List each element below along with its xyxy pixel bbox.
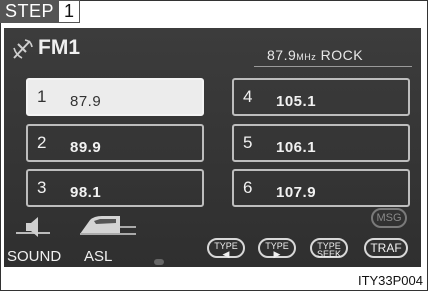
- figure-code: ITY33P004: [357, 273, 423, 288]
- band-label: FM1: [38, 36, 80, 59]
- preset-button-3[interactable]: 3 98.1: [26, 169, 204, 207]
- preset-frequency: 87.9: [70, 93, 102, 110]
- preset-frequency: 106.1: [276, 139, 317, 156]
- preset-number: 1: [37, 87, 47, 106]
- antenna-icon: [13, 39, 33, 59]
- frequency-unit: MHz: [296, 52, 317, 62]
- current-frequency: 87.9: [267, 47, 297, 63]
- preset-button-4[interactable]: 4 105.1: [232, 78, 410, 116]
- chevron-right-icon: ▶: [273, 249, 281, 259]
- step-label: STEP: [0, 0, 60, 23]
- speaker-icon[interactable]: [16, 215, 50, 241]
- program-type: ROCK: [320, 47, 364, 63]
- preset-button-5[interactable]: 5 106.1: [232, 124, 410, 162]
- chevron-left-icon: ◀: [222, 249, 230, 259]
- sound-button-label[interactable]: SOUND: [7, 248, 61, 265]
- preset-frequency: 107.9: [276, 184, 317, 201]
- indicator-dot: [154, 259, 164, 265]
- step-indicator: STEP 1: [0, 0, 81, 23]
- step-number: 1: [59, 0, 81, 23]
- preset-button-2[interactable]: 2 89.9: [26, 124, 204, 162]
- preset-frequency: 89.9: [70, 139, 102, 156]
- header-underline: [254, 66, 412, 67]
- radio-screen: FM1 87.9MHz ROCK 1 87.9 4 105.1 2 89.9 5…: [4, 28, 421, 267]
- preset-number: 6: [243, 178, 253, 197]
- type-seek-button[interactable]: TYPE SEEK: [310, 238, 348, 259]
- msg-button[interactable]: MSG: [371, 208, 407, 228]
- traf-button[interactable]: TRAF: [364, 238, 408, 258]
- preset-number: 2: [37, 133, 47, 152]
- preset-number: 4: [243, 87, 253, 106]
- preset-number: 3: [37, 178, 47, 197]
- preset-frequency: 105.1: [276, 93, 317, 110]
- station-info: 87.9MHz ROCK: [267, 47, 363, 63]
- type-seek-bottom: SEEK: [316, 249, 341, 259]
- type-next-button[interactable]: TYPE ▶: [258, 238, 296, 259]
- asl-button-label[interactable]: ASL: [84, 248, 112, 265]
- preset-button-6[interactable]: 6 107.9: [232, 169, 410, 207]
- preset-button-1[interactable]: 1 87.9: [26, 78, 204, 116]
- car-icon[interactable]: [76, 212, 138, 240]
- type-prev-button[interactable]: TYPE ◀: [207, 238, 245, 259]
- preset-frequency: 98.1: [70, 184, 102, 201]
- preset-number: 5: [243, 133, 253, 152]
